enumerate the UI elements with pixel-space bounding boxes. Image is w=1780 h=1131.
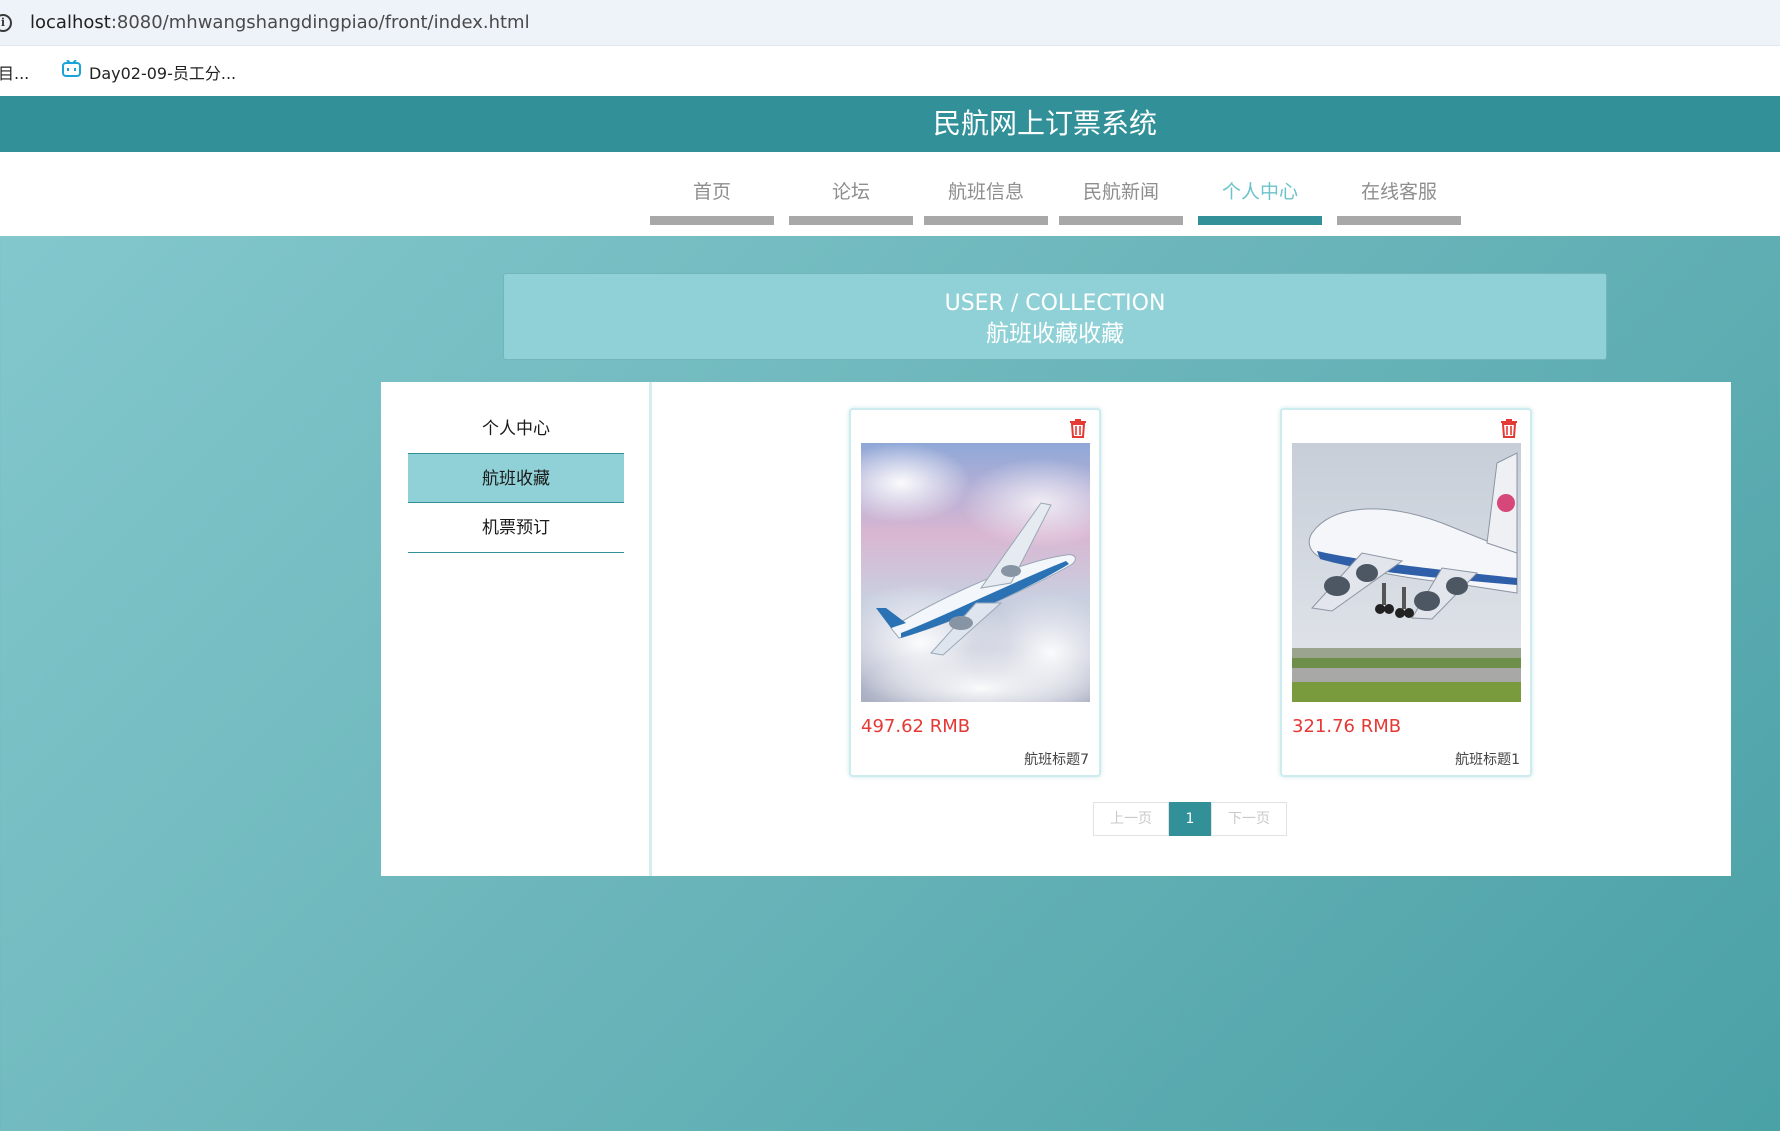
- bookmarks-bar: 目... Day02-09-员工分...: [0, 46, 1780, 96]
- flight-price: 321.76 RMB: [1292, 716, 1402, 737]
- bookmark-item[interactable]: Day02-09-员工分...: [89, 60, 236, 84]
- flight-image[interactable]: [1292, 443, 1521, 702]
- nav-item-label: 论坛: [831, 181, 870, 203]
- nav-underline: [924, 216, 1048, 225]
- url-host: localhost: [30, 12, 111, 33]
- nav-item-label: 首页: [692, 181, 731, 203]
- nav-item-personal-center[interactable]: 个人中心: [1198, 178, 1322, 225]
- flight-title[interactable]: 航班标题7: [1024, 749, 1089, 769]
- jumbo-jet-landing-image: [1292, 443, 1521, 702]
- collection-card[interactable]: 321.76 RMB 航班标题1: [1280, 408, 1532, 777]
- main-nav: 首页 论坛 航班信息 民航新闻 个人中心 在线客服: [0, 152, 1780, 236]
- site-title: 民航网上订票系统: [932, 107, 1157, 140]
- nav-item-label: 民航新闻: [1082, 181, 1159, 203]
- user-sidebar: 个人中心 航班收藏 机票预订: [381, 382, 649, 876]
- nav-item-flight-info[interactable]: 航班信息: [924, 178, 1048, 225]
- sidebar-item-ticket-booking[interactable]: 机票预订: [408, 503, 624, 553]
- flight-title[interactable]: 航班标题1: [1455, 749, 1520, 769]
- sidebar-item-flight-collection[interactable]: 航班收藏: [408, 453, 624, 503]
- sidebar-item-personal-center[interactable]: 个人中心: [408, 404, 624, 454]
- collection-card[interactable]: 497.62 RMB 航班标题7: [849, 408, 1101, 777]
- banner-english-title: USER / COLLECTION: [944, 291, 1166, 316]
- bookmark-item[interactable]: 目...: [0, 60, 29, 84]
- nav-item-forum[interactable]: 论坛: [789, 178, 913, 225]
- site-header: 民航网上订票系统: [0, 96, 1780, 152]
- page-banner: USER / COLLECTION 航班收藏收藏: [503, 273, 1607, 360]
- flight-image[interactable]: [861, 443, 1090, 702]
- nav-underline: [1059, 216, 1183, 225]
- nav-item-home[interactable]: 首页: [650, 178, 774, 225]
- bilibili-tv-icon: [62, 60, 81, 77]
- collection-content: 497.62 RMB 航班标题7 321.76 RMB 航班标题1 上一页 1 …: [652, 382, 1731, 876]
- prev-page-button[interactable]: 上一页: [1093, 802, 1169, 836]
- next-page-button[interactable]: 下一页: [1211, 802, 1287, 836]
- nav-item-news[interactable]: 民航新闻: [1059, 178, 1183, 225]
- nav-item-customer-service[interactable]: 在线客服: [1337, 178, 1461, 225]
- url-path: :8080/mhwangshangdingpiao/front/index.ht…: [110, 12, 530, 33]
- browser-address-bar[interactable]: i localhost:8080/mhwangshangdingpiao/fro…: [0, 0, 1780, 46]
- trash-icon[interactable]: [1500, 418, 1518, 438]
- nav-item-label: 在线客服: [1360, 181, 1437, 203]
- nav-underline: [1198, 216, 1322, 225]
- trash-icon[interactable]: [1069, 418, 1087, 438]
- banner-chinese-title: 航班收藏收藏: [986, 321, 1124, 347]
- nav-underline: [650, 216, 774, 225]
- flight-price: 497.62 RMB: [861, 716, 971, 737]
- nav-underline: [1337, 216, 1461, 225]
- airliner-in-clouds-image: [861, 443, 1090, 702]
- url-text[interactable]: localhost:8080/mhwangshangdingpiao/front…: [30, 12, 530, 33]
- nav-underline: [789, 216, 913, 225]
- site-info-icon[interactable]: i: [0, 14, 12, 32]
- nav-item-label: 个人中心: [1221, 181, 1298, 203]
- nav-item-label: 航班信息: [947, 181, 1024, 203]
- page-number-button[interactable]: 1: [1169, 802, 1211, 836]
